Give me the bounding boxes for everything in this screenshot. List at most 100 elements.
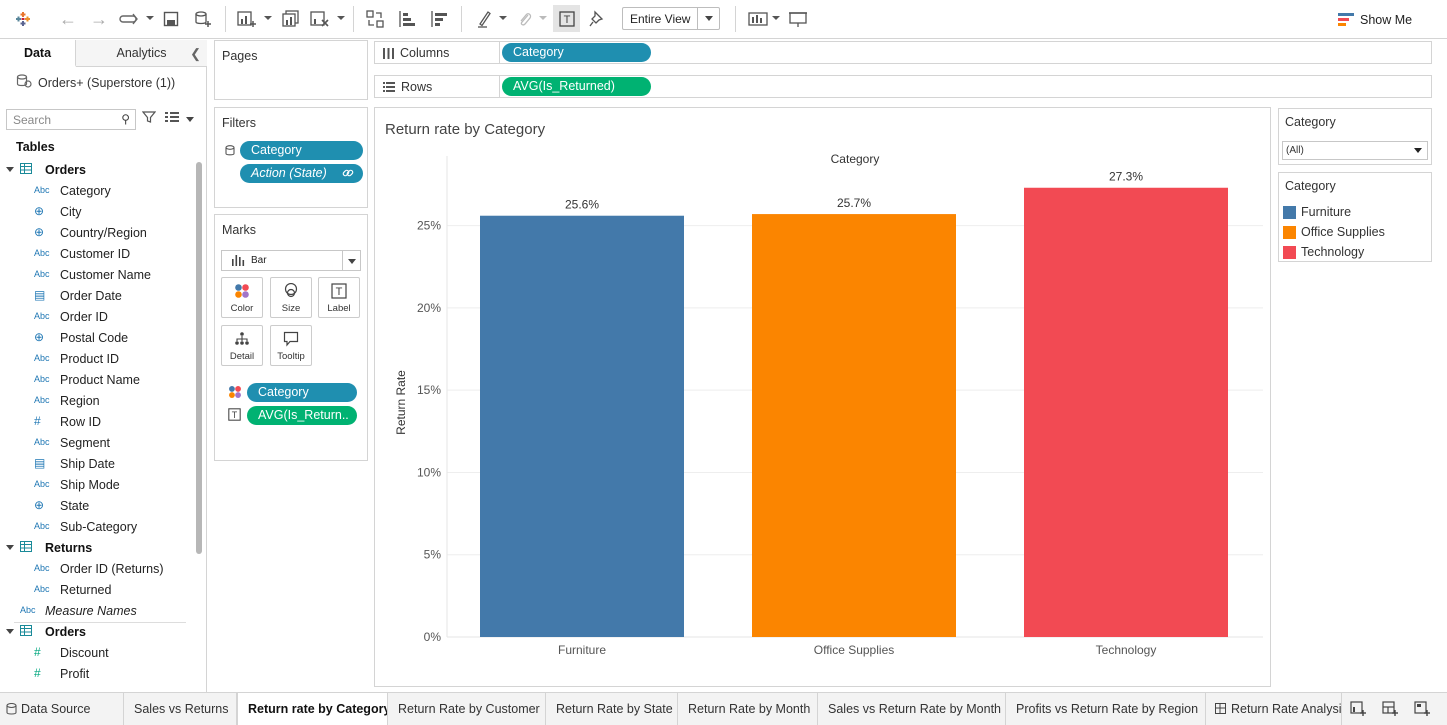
group-members-icon[interactable] xyxy=(514,8,536,30)
sheet-tab[interactable]: Return Rate by State xyxy=(546,693,678,725)
columns-pill-category[interactable]: Category xyxy=(502,43,651,62)
field-item[interactable]: Abc Order ID (Returns) xyxy=(0,559,192,580)
search-input[interactable]: Search ⚲ xyxy=(6,109,136,130)
tab-analytics[interactable]: Analytics ❮ xyxy=(76,40,207,67)
chevron-down-icon[interactable] xyxy=(6,167,14,172)
chevron-down-icon[interactable] xyxy=(6,629,14,634)
filter-pill-action-state[interactable]: Action (State) xyxy=(240,164,363,183)
clear-dropdown-caret[interactable] xyxy=(337,16,345,20)
new-sheet-dropdown-caret[interactable] xyxy=(264,16,272,20)
field-item[interactable]: Abc Measure Names xyxy=(0,601,192,622)
mark-type-select[interactable]: Bar xyxy=(221,250,361,271)
new-worksheet-icon[interactable] xyxy=(236,8,258,30)
marks-pill-category[interactable]: Category xyxy=(247,383,357,402)
datasource-item[interactable]: Orders+ (Superstore (1)) xyxy=(16,74,175,91)
save-icon[interactable] xyxy=(160,8,182,30)
fix-axes-pin-icon[interactable] xyxy=(586,8,608,30)
field-item[interactable]: Abc Product ID xyxy=(0,349,192,370)
tab-data[interactable]: Data xyxy=(0,40,76,67)
connect-dropdown-caret[interactable] xyxy=(146,16,154,20)
highlight-dropdown-caret[interactable] xyxy=(499,16,507,20)
field-item[interactable]: ▤ Ship Date xyxy=(0,454,192,475)
clear-sheet-icon[interactable] xyxy=(309,8,331,30)
sort-descending-icon[interactable] xyxy=(428,8,450,30)
pages-card[interactable]: Pages xyxy=(214,40,368,100)
marks-card[interactable]: Marks Bar Color Size T Label Detail Tool… xyxy=(214,214,368,461)
color-button[interactable]: Color xyxy=(221,277,263,318)
field-item[interactable]: ⊕ Postal Code xyxy=(0,328,192,349)
field-item[interactable]: ▤ Order Date xyxy=(0,286,192,307)
chevron-down-icon[interactable] xyxy=(1409,142,1427,159)
chevron-down-icon[interactable] xyxy=(6,545,14,550)
new-worksheet-tab-icon[interactable] xyxy=(1348,701,1368,719)
show-me-button[interactable]: Show Me xyxy=(1338,11,1412,29)
rows-pill-avg-is-returned[interactable]: AVG(Is_Returned) xyxy=(502,77,651,96)
fit-select[interactable]: Entire View xyxy=(622,7,720,30)
sheet-tab[interactable]: Return rate by Category xyxy=(237,693,388,725)
chevron-down-icon[interactable] xyxy=(342,251,360,270)
collapse-pane-icon[interactable]: ❮ xyxy=(190,46,201,62)
sheet-tab[interactable]: Sales vs Return Rate by Month xyxy=(818,693,1006,725)
table-header[interactable]: Orders xyxy=(0,160,192,181)
duplicate-sheet-icon[interactable] xyxy=(280,8,302,30)
table-header[interactable]: Orders xyxy=(0,622,192,643)
category-filter-select[interactable]: (All) xyxy=(1282,141,1428,160)
field-item[interactable]: # Profit xyxy=(0,664,192,685)
field-item[interactable]: Abc Segment xyxy=(0,433,192,454)
sort-ascending-icon[interactable] xyxy=(396,8,418,30)
view-list-icon[interactable] xyxy=(165,111,179,126)
rows-shelf[interactable]: Rows AVG(Is_Returned) xyxy=(374,75,1432,98)
category-filter-card[interactable]: Category (All) xyxy=(1278,108,1432,165)
field-item[interactable]: Abc Customer ID xyxy=(0,244,192,265)
field-item[interactable]: Abc Ship Mode xyxy=(0,475,192,496)
field-item[interactable]: Abc Product Name xyxy=(0,370,192,391)
field-item[interactable]: ⊕ State xyxy=(0,496,192,517)
y-tick-label: 5% xyxy=(424,548,442,562)
field-item[interactable]: # Discount xyxy=(0,643,192,664)
forward-icon[interactable]: → xyxy=(88,8,110,30)
sheet-tab[interactable]: Return Rate by Month xyxy=(678,693,818,725)
view-dropdown-caret[interactable] xyxy=(186,117,194,122)
sheet-tab[interactable]: Profits vs Return Rate by Region xyxy=(1006,693,1206,725)
cards-dropdown-caret[interactable] xyxy=(772,16,780,20)
field-item[interactable]: Abc Region xyxy=(0,391,192,412)
scrollbar[interactable] xyxy=(196,162,202,554)
new-story-tab-icon[interactable] xyxy=(1412,701,1432,719)
field-item[interactable]: Abc Sub-Category xyxy=(0,517,192,538)
sheet-tab[interactable]: Return Rate by Customer xyxy=(388,693,546,725)
field-item[interactable]: Abc Order ID xyxy=(0,307,192,328)
data-source-connect-icon[interactable] xyxy=(118,8,140,30)
filter-icon[interactable] xyxy=(141,110,157,127)
new-data-source-icon[interactable] xyxy=(192,8,214,30)
label-button[interactable]: T Label xyxy=(318,277,360,318)
chevron-down-icon[interactable] xyxy=(697,8,719,29)
sheet-tab[interactable]: Sales vs Returns xyxy=(124,693,237,725)
field-item[interactable]: # Row ID xyxy=(0,412,192,433)
sheet-tab[interactable]: Return Rate Analysis xyxy=(1206,693,1342,725)
swap-rows-columns-icon[interactable] xyxy=(364,8,386,30)
detail-button[interactable]: Detail xyxy=(221,325,263,366)
field-item[interactable]: ⊕ City xyxy=(0,202,192,223)
tooltip-button[interactable]: Tooltip xyxy=(270,325,312,366)
back-icon[interactable]: ← xyxy=(57,8,79,30)
marks-pill-avg-is-returned[interactable]: AVG(Is_Return.. xyxy=(247,406,357,425)
filters-card[interactable]: Filters Category Action (State) xyxy=(214,107,368,208)
field-item[interactable]: ⊕ Country/Region xyxy=(0,223,192,244)
group-dropdown-caret[interactable] xyxy=(539,16,547,20)
new-dashboard-tab-icon[interactable] xyxy=(1380,701,1400,719)
tab-data-source[interactable]: Data Source xyxy=(0,693,124,725)
field-item[interactable]: Abc Customer Name xyxy=(0,265,192,286)
size-button[interactable]: Size xyxy=(270,277,312,318)
presentation-mode-icon[interactable] xyxy=(787,8,809,30)
field-item[interactable]: Abc Returned xyxy=(0,580,192,601)
table-header[interactable]: Returns xyxy=(0,538,192,559)
highlight-icon[interactable] xyxy=(474,8,496,30)
field-name: Country/Region xyxy=(60,226,147,240)
tableau-logo-icon[interactable] xyxy=(12,8,34,30)
columns-shelf[interactable]: Columns Category xyxy=(374,41,1432,64)
filter-pill-category[interactable]: Category xyxy=(240,141,363,160)
worksheet-view[interactable]: Return rate by Category Category Return R… xyxy=(374,107,1271,687)
field-item[interactable]: Abc Category xyxy=(0,181,192,202)
show-cards-icon[interactable] xyxy=(747,8,769,30)
show-mark-labels-icon[interactable]: T xyxy=(553,5,580,32)
